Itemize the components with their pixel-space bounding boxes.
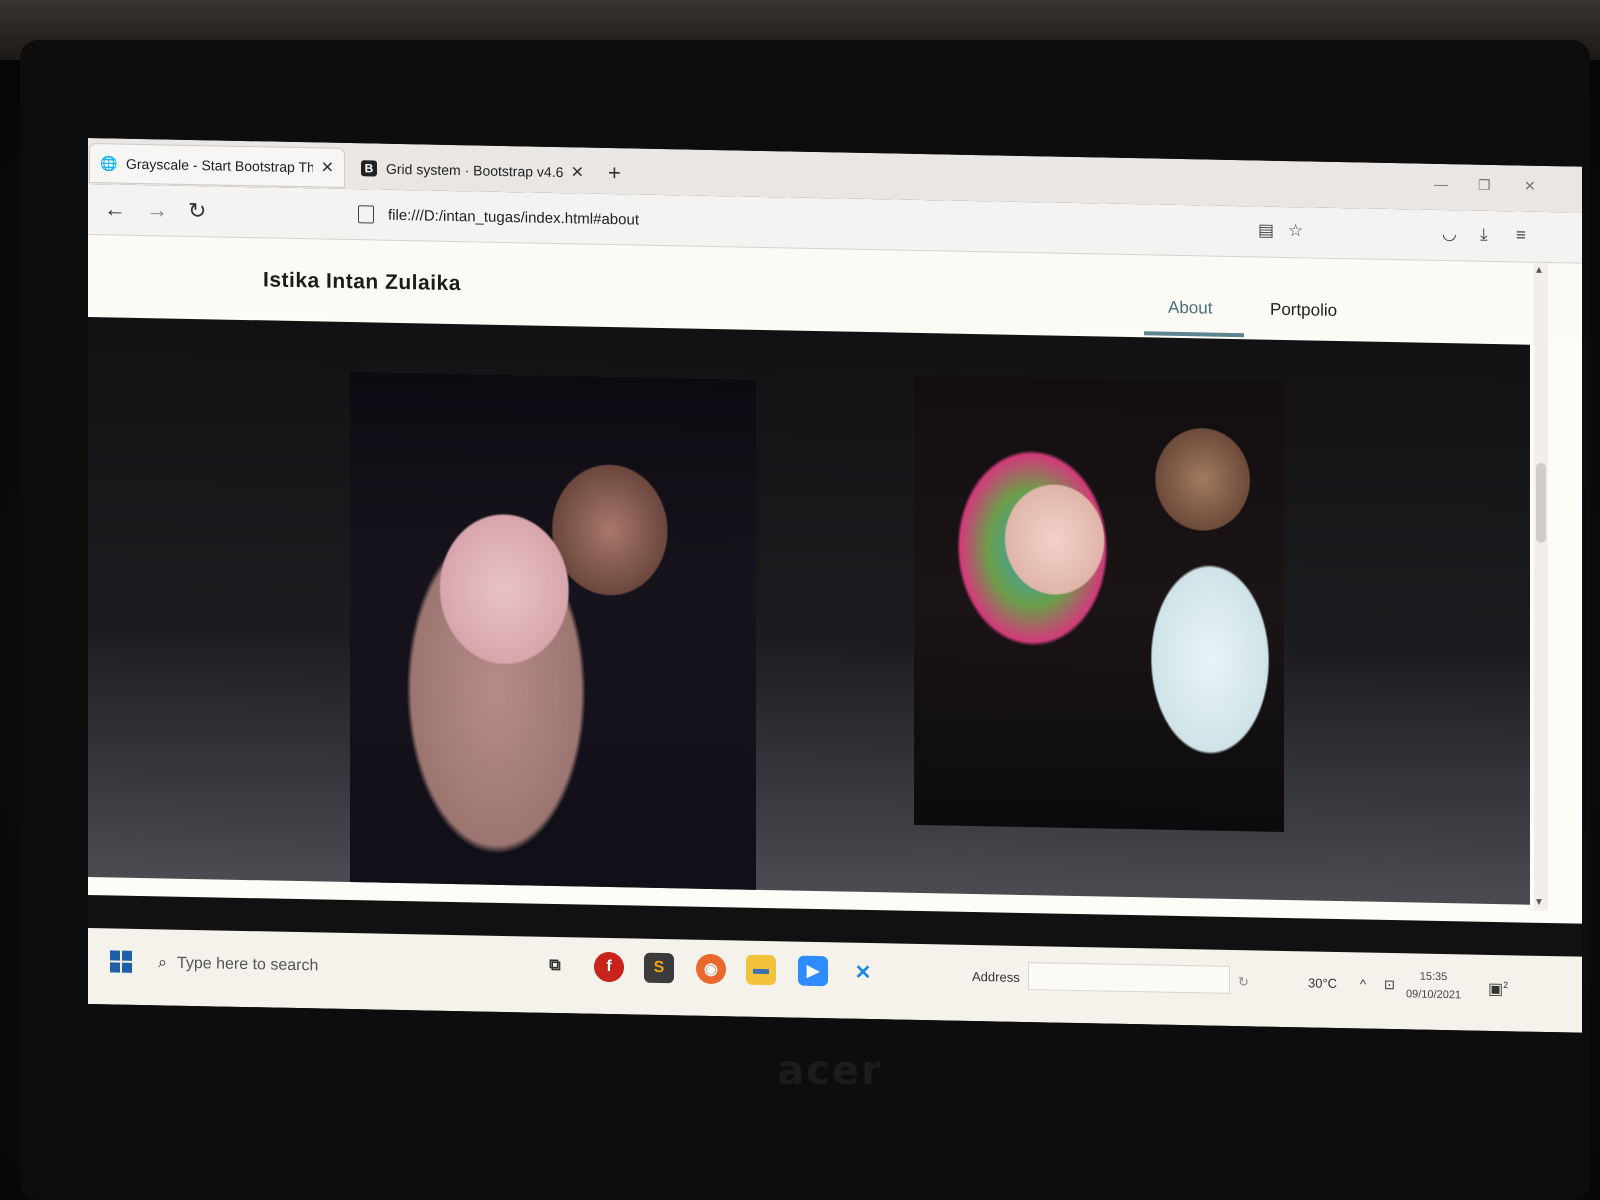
refresh-icon[interactable]: ↻ xyxy=(1238,974,1249,990)
scroll-up-icon[interactable]: ▲ xyxy=(1534,265,1544,276)
bootstrap-icon: B xyxy=(360,159,378,177)
nav-link-portfolio[interactable]: Portpolio xyxy=(1270,300,1337,321)
address-toolbar-label: Address xyxy=(972,968,1020,985)
close-icon[interactable]: ✕ xyxy=(571,162,584,182)
site-brand[interactable]: Istika Intan Zulaika xyxy=(263,268,461,296)
task-view-icon[interactable]: ⧉ xyxy=(540,951,570,982)
close-icon[interactable]: ✕ xyxy=(321,157,334,177)
network-icon[interactable]: ⊡ xyxy=(1384,977,1395,993)
tab-title: Grid system · Bootstrap v4.6 xyxy=(386,160,563,181)
search-placeholder: Type here to search xyxy=(176,954,319,975)
bookmark-star-icon[interactable]: ☆ xyxy=(1288,221,1303,241)
photo-father-daughter xyxy=(914,374,1284,832)
active-nav-indicator xyxy=(1144,331,1244,338)
monitor-screen: 🌐 Grayscale - Start Bootstrap The ✕ B Gr… xyxy=(88,138,1582,1033)
weather-temperature[interactable]: 30°C xyxy=(1308,975,1337,991)
reader-view-icon[interactable]: ▤ xyxy=(1258,220,1274,240)
taskbar-clock[interactable]: 15:35 09/10/2021 xyxy=(1406,967,1461,1004)
tab-grayscale[interactable]: 🌐 Grayscale - Start Bootstrap The ✕ xyxy=(90,144,344,187)
menu-icon[interactable]: ≡ xyxy=(1516,225,1526,245)
globe-icon: 🌐 xyxy=(100,154,118,172)
download-icon[interactable]: ⤓ xyxy=(1480,225,1488,245)
page-icon xyxy=(358,205,374,224)
url-text: file:///D:/intan_tugas/index.html#about xyxy=(388,206,639,229)
vscode-icon[interactable]: ✕ xyxy=(848,957,878,988)
page-scrollbar[interactable] xyxy=(1534,262,1548,912)
firefox-icon[interactable]: ◉ xyxy=(696,953,726,985)
about-section xyxy=(88,317,1530,905)
restore-icon[interactable]: ❐ xyxy=(1478,177,1491,194)
photo-mother-daughter xyxy=(350,372,756,890)
search-icon: ⌕ xyxy=(158,954,167,972)
file-explorer-icon[interactable]: ▬ xyxy=(746,954,776,986)
nav-link-about[interactable]: About xyxy=(1168,298,1212,319)
notification-count: 2 xyxy=(1503,979,1509,990)
web-page: Istika Intan Zulaika About Portpolio ▲ ▼ xyxy=(88,235,1582,924)
address-toolbar-input[interactable] xyxy=(1028,962,1230,994)
clock-time: 15:35 xyxy=(1419,970,1448,984)
zoom-icon[interactable]: ▶ xyxy=(798,955,828,987)
chevron-up-icon[interactable]: ^ xyxy=(1360,976,1366,991)
clock-date: 09/10/2021 xyxy=(1406,988,1462,1002)
new-tab-button[interactable]: + xyxy=(608,160,621,186)
back-icon[interactable]: ← xyxy=(104,196,126,222)
reload-icon[interactable]: ↻ xyxy=(188,198,206,224)
minimize-icon[interactable]: — xyxy=(1434,176,1448,192)
sublime-text-icon[interactable]: S xyxy=(644,952,674,984)
scrollbar-thumb[interactable] xyxy=(1536,462,1546,543)
taskbar-search[interactable]: ⌕ Type here to search xyxy=(158,943,488,989)
tab-title: Grayscale - Start Bootstrap The xyxy=(126,155,313,176)
tab-grid-system[interactable]: B Grid system · Bootstrap v4.6 ✕ xyxy=(350,149,594,192)
window-close-icon[interactable]: ✕ xyxy=(1524,178,1536,195)
notifications-icon[interactable]: ▣2 xyxy=(1488,979,1508,999)
windows-start-icon[interactable] xyxy=(110,950,132,973)
pocket-icon[interactable]: ◡ xyxy=(1442,224,1457,244)
monitor-logo: acer xyxy=(777,1048,883,1094)
forward-icon[interactable]: → xyxy=(146,197,168,223)
flash-icon[interactable]: f xyxy=(594,951,624,983)
scroll-down-icon[interactable]: ▼ xyxy=(1534,897,1544,908)
